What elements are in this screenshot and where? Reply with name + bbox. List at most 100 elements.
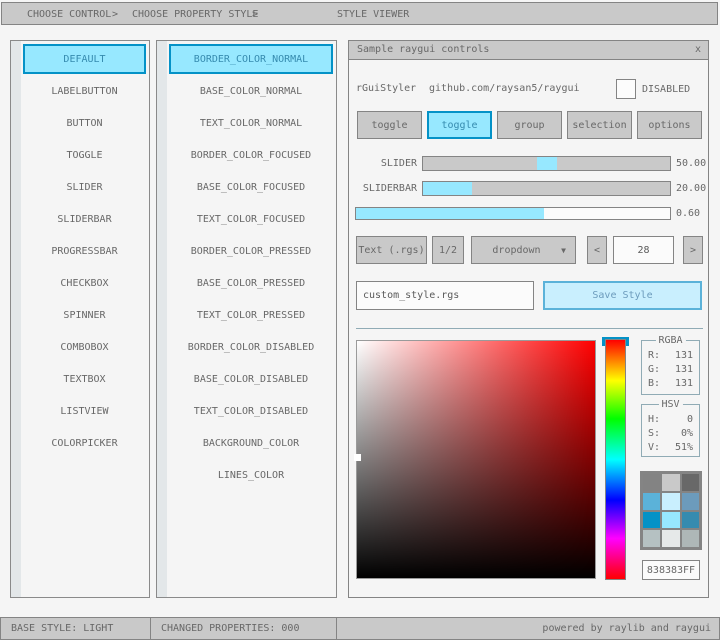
control-item-combobox[interactable]: COMBOBOX — [23, 331, 146, 363]
control-item-progressbar[interactable]: PROGRESSBAR — [23, 235, 146, 267]
property-item-border_color_disabled[interactable]: BORDER_COLOR_DISABLED — [169, 331, 333, 363]
step-choose-control: CHOOSE CONTROL — [27, 9, 111, 20]
control-item-toggle[interactable]: TOGGLE — [23, 139, 146, 171]
controls-list: DEFAULTLABELBUTTONBUTTONTOGGLESLIDERSLID… — [23, 43, 146, 459]
changed-properties-status: CHANGED PROPERTIES: 000 — [150, 617, 337, 640]
control-item-spinner[interactable]: SPINNER — [23, 299, 146, 331]
save-style-button[interactable]: Save Style — [543, 281, 702, 310]
dropdown[interactable]: dropdown ▼ — [471, 236, 576, 264]
base-style-status: BASE STYLE: LIGHT — [0, 617, 151, 640]
property-item-base_color_focused[interactable]: BASE_COLOR_FOCUSED — [169, 171, 333, 203]
slider[interactable] — [422, 156, 671, 171]
sample-controls-window: Sample raygui controls x rGuiStyler gith… — [348, 40, 709, 598]
controls-list-panel: DEFAULTLABELBUTTONBUTTONTOGGLESLIDERSLID… — [10, 40, 150, 598]
toggle-button-1-toggle[interactable]: toggle — [427, 111, 492, 139]
scrollbar-track[interactable] — [11, 41, 21, 597]
property-item-border_color_focused[interactable]: BORDER_COLOR_FOCUSED — [169, 139, 333, 171]
hsv-row-v: V:51% — [648, 442, 693, 456]
swatch-5bb2d9[interactable] — [643, 493, 660, 510]
swatch-e6e9e9[interactable] — [662, 530, 679, 547]
slider-label: SLIDER — [349, 158, 417, 169]
property-item-base_color_pressed[interactable]: BASE_COLOR_PRESSED — [169, 267, 333, 299]
rgba-row-b: B:131 — [648, 378, 693, 392]
step-style-viewer: STYLE VIEWER — [337, 9, 409, 20]
control-item-default[interactable]: DEFAULT — [23, 44, 146, 74]
control-item-checkbox[interactable]: CHECKBOX — [23, 267, 146, 299]
swatch-838383[interactable] — [643, 474, 660, 491]
hex-color-value[interactable]: 838383FF — [642, 560, 700, 580]
property-item-lines_color[interactable]: LINES_COLOR — [169, 459, 333, 491]
properties-list: BORDER_COLOR_NORMALBASE_COLOR_NORMALTEXT… — [169, 43, 333, 491]
spinner-decrement-button[interactable]: < — [587, 236, 607, 264]
swatch-aeb7b7[interactable] — [682, 530, 699, 547]
chevron-down-icon: ▼ — [561, 246, 566, 255]
property-item-border_color_pressed[interactable]: BORDER_COLOR_PRESSED — [169, 235, 333, 267]
rgba-row-r: R:131 — [648, 350, 693, 364]
hsv-groupbox: HSV H:0S:0%V:51% — [641, 404, 700, 457]
property-item-text_color_disabled[interactable]: TEXT_COLOR_DISABLED — [169, 395, 333, 427]
close-icon[interactable]: x — [695, 41, 701, 59]
swatch-6c9bbc[interactable] — [682, 493, 699, 510]
chevron-right-icon: > — [112, 9, 118, 20]
control-item-textbox[interactable]: TEXTBOX — [23, 363, 146, 395]
step-choose-property-style: CHOOSE PROPERTY STYLE — [132, 9, 258, 20]
scrollbar-track[interactable] — [157, 41, 167, 597]
app-name-label: rGuiStyler — [356, 83, 416, 94]
hsv-row-s: S:0% — [648, 428, 693, 442]
half-button[interactable]: 1/2 — [432, 236, 464, 264]
property-item-text_color_pressed[interactable]: TEXT_COLOR_PRESSED — [169, 299, 333, 331]
slider-handle[interactable] — [537, 157, 557, 170]
dropdown-value: dropdown — [492, 245, 540, 256]
control-item-labelbutton[interactable]: LABELBUTTON — [23, 75, 146, 107]
hsv-title: HSV — [658, 399, 682, 410]
property-item-text_color_normal[interactable]: TEXT_COLOR_NORMAL — [169, 107, 333, 139]
sliderbar-fill — [423, 182, 472, 195]
swatch-97e8ff[interactable] — [662, 512, 679, 529]
swatch-c9effe[interactable] — [662, 493, 679, 510]
window-titlebar[interactable]: Sample raygui controls x — [349, 41, 708, 60]
property-item-text_color_focused[interactable]: TEXT_COLOR_FOCUSED — [169, 203, 333, 235]
disabled-checkbox-label: DISABLED — [642, 84, 690, 95]
progress-value: 0.60 — [676, 208, 700, 219]
swatch-686868[interactable] — [682, 474, 699, 491]
property-item-background_color[interactable]: BACKGROUND_COLOR — [169, 427, 333, 459]
swatch-368baf[interactable] — [682, 512, 699, 529]
filename-input[interactable]: custom_style.rgs — [356, 281, 534, 310]
toggle-button-4-options[interactable]: options — [637, 111, 702, 139]
properties-list-panel: BORDER_COLOR_NORMALBASE_COLOR_NORMALTEXT… — [156, 40, 337, 598]
sliderbar[interactable] — [422, 181, 671, 196]
spinner-value[interactable]: 28 — [613, 236, 674, 264]
color-picker-cursor[interactable] — [354, 454, 361, 461]
swatch-b5c1c2[interactable] — [643, 530, 660, 547]
progress-bar — [355, 207, 671, 220]
toggle-button-0-toggle[interactable]: toggle — [357, 111, 422, 139]
github-link[interactable]: github.com/raysan5/raygui — [429, 83, 580, 94]
hue-bar[interactable] — [605, 339, 626, 580]
property-item-base_color_disabled[interactable]: BASE_COLOR_DISABLED — [169, 363, 333, 395]
swatch-c9c9c9[interactable] — [662, 474, 679, 491]
control-item-slider[interactable]: SLIDER — [23, 171, 146, 203]
control-item-colorpicker[interactable]: COLORPICKER — [23, 427, 146, 459]
style-color-swatches — [640, 471, 702, 550]
toggle-button-3-selection[interactable]: selection — [567, 111, 632, 139]
color-picker-area[interactable] — [356, 340, 596, 579]
control-item-listview[interactable]: LISTVIEW — [23, 395, 146, 427]
disabled-checkbox[interactable] — [616, 79, 636, 99]
text-rgs-button[interactable]: Text (.rgs) — [356, 236, 427, 264]
hsv-row-h: H:0 — [648, 414, 693, 428]
toggle-button-2-group[interactable]: group — [497, 111, 562, 139]
swatch-0492c7[interactable] — [643, 512, 660, 529]
divider-line — [356, 328, 703, 329]
toggle-group: toggletogglegroupselectionoptions — [357, 111, 702, 139]
rgba-title: RGBA — [655, 335, 685, 346]
control-item-button[interactable]: BUTTON — [23, 107, 146, 139]
sliderbar-value: 20.00 — [676, 183, 706, 194]
slider-value: 50.00 — [676, 158, 706, 169]
window-title: Sample raygui controls — [357, 44, 489, 55]
status-bar: BASE STYLE: LIGHT CHANGED PROPERTIES: 00… — [0, 617, 720, 640]
property-item-border_color_normal[interactable]: BORDER_COLOR_NORMAL — [169, 44, 333, 74]
rgba-groupbox: RGBA R:131G:131B:131 — [641, 340, 700, 395]
property-item-base_color_normal[interactable]: BASE_COLOR_NORMAL — [169, 75, 333, 107]
spinner-increment-button[interactable]: > — [683, 236, 703, 264]
control-item-sliderbar[interactable]: SLIDERBAR — [23, 203, 146, 235]
